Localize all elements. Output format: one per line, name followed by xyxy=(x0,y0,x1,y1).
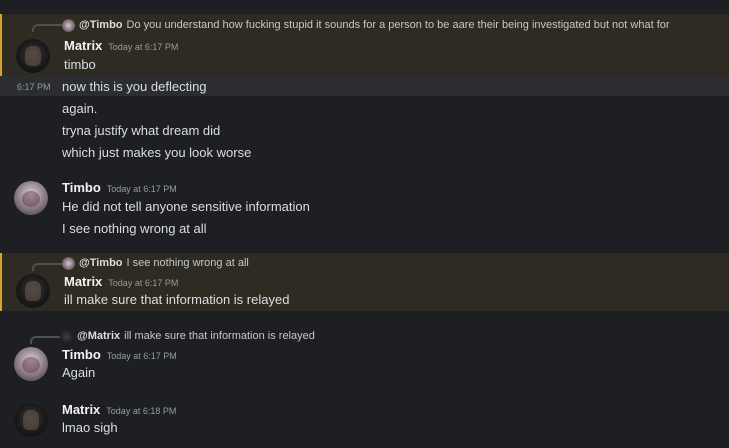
author-block: Matrix Today at 6:18 PM xyxy=(62,402,176,417)
message-matrix-reply-1[interactable]: @Timbo Do you understand how fucking stu… xyxy=(0,14,729,76)
message-text: timbo xyxy=(64,57,96,72)
chat-message-list: @Timbo Do you understand how fucking stu… xyxy=(0,0,729,448)
message-timestamp[interactable]: Today at 6:17 PM xyxy=(108,278,178,288)
reply-connector xyxy=(32,263,62,271)
reply-text: Do you understand how fucking stupid it … xyxy=(126,19,670,31)
author-block: Timbo Today at 6:17 PM xyxy=(62,180,177,195)
avatar[interactable] xyxy=(16,274,50,308)
avatar[interactable] xyxy=(14,347,48,381)
avatar[interactable] xyxy=(14,403,48,437)
reply-avatar-icon xyxy=(60,329,73,343)
message-text: which just makes you look worse xyxy=(62,145,252,160)
message-matrix-reply-2[interactable]: @Timbo I see nothing wrong at all Matrix… xyxy=(0,253,729,311)
message-text: now this is you deflecting xyxy=(62,79,207,94)
author-block: Matrix Today at 6:17 PM xyxy=(64,274,178,289)
hover-timestamp[interactable]: 6:17 PM xyxy=(17,82,51,92)
message-text: again. xyxy=(62,101,98,116)
reply-preview[interactable]: @Matrix ill make sure that information i… xyxy=(60,328,315,344)
author-name[interactable]: Matrix xyxy=(64,274,102,289)
message-text: I see nothing wrong at all xyxy=(62,221,207,236)
message-timestamp[interactable]: Today at 6:18 PM xyxy=(106,406,176,416)
message-matrix-2[interactable]: Matrix Today at 6:18 PM lmao sigh xyxy=(0,401,729,445)
reply-preview[interactable]: @Timbo I see nothing wrong at all xyxy=(62,255,249,271)
author-block: Timbo Today at 6:17 PM xyxy=(62,347,177,362)
avatar[interactable] xyxy=(14,181,48,215)
message-text: Again xyxy=(62,365,96,380)
message-text: lmao sigh xyxy=(62,420,118,435)
message-timbo-1[interactable]: Timbo Today at 6:17 PM He did not tell an… xyxy=(0,178,729,240)
reply-author[interactable]: @Timbo xyxy=(79,19,123,31)
author-name[interactable]: Timbo xyxy=(62,180,101,195)
avatar[interactable] xyxy=(16,39,50,73)
reply-author[interactable]: @Matrix xyxy=(77,330,120,342)
message-text: tryna justify what dream did xyxy=(62,123,221,138)
message-timestamp[interactable]: Today at 6:17 PM xyxy=(108,42,178,52)
message-text: ill make sure that information is relaye… xyxy=(64,292,290,307)
reply-text: I see nothing wrong at all xyxy=(126,257,249,269)
reply-author[interactable]: @Timbo xyxy=(79,257,123,269)
author-block: Matrix Today at 6:17 PM xyxy=(64,38,178,53)
author-name[interactable]: Timbo xyxy=(62,347,101,362)
reply-connector xyxy=(30,336,60,344)
message-timestamp[interactable]: Today at 6:17 PM xyxy=(107,184,177,194)
author-name[interactable]: Matrix xyxy=(62,402,100,417)
reply-text: ill make sure that information is relaye… xyxy=(124,330,315,342)
reply-avatar-icon xyxy=(62,18,75,32)
message-timestamp[interactable]: Today at 6:17 PM xyxy=(107,351,177,361)
reply-preview[interactable]: @Timbo Do you understand how fucking stu… xyxy=(62,17,670,33)
message-text: He did not tell anyone sensitive informa… xyxy=(62,199,310,214)
message-timbo-reply[interactable]: @Matrix ill make sure that information i… xyxy=(0,326,729,384)
author-name[interactable]: Matrix xyxy=(64,38,102,53)
reply-avatar-icon xyxy=(62,256,75,270)
reply-connector xyxy=(32,24,62,32)
